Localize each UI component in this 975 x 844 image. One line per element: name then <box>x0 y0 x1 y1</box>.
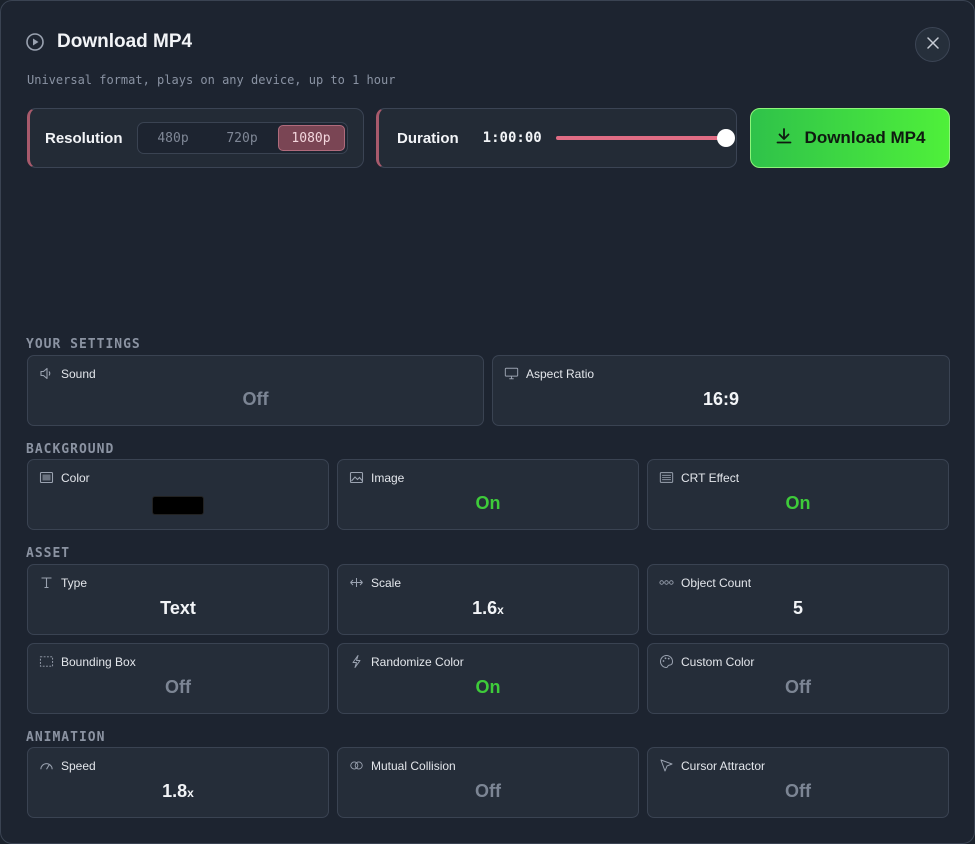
setting-label: Sound <box>61 366 96 381</box>
value-suffix: x <box>187 786 194 800</box>
setting-value: Off <box>785 781 811 801</box>
setting-card-aspect-ratio[interactable]: Aspect Ratio 16:9 <box>492 355 950 426</box>
setting-value: Text <box>160 598 196 618</box>
setting-value: On <box>475 493 501 513</box>
section-title-background: BACKGROUND <box>26 442 115 457</box>
scanlines-icon <box>659 470 674 485</box>
setting-label: Randomize Color <box>371 654 464 669</box>
duration-slider[interactable] <box>555 128 735 148</box>
dialog-title: Download MP4 <box>57 31 193 52</box>
setting-label: Type <box>61 575 88 590</box>
setting-label: Aspect Ratio <box>526 366 595 381</box>
download-icon <box>775 127 793 150</box>
color-square-icon <box>39 470 54 485</box>
setting-card-speed[interactable]: Speed 1.8x <box>27 747 329 818</box>
setting-value: On <box>475 677 501 697</box>
color-swatch[interactable] <box>152 496 204 515</box>
duration-control: Duration 1:00:00 <box>376 108 737 168</box>
download-dialog: Download MP4 Universal format, plays on … <box>0 0 975 844</box>
dialog-subtitle: Universal format, plays on any device, u… <box>27 73 396 87</box>
resolution-segmented: 480p 720p 1080p <box>136 122 348 154</box>
setting-label: Speed <box>61 758 96 773</box>
setting-value: 5 <box>792 598 803 618</box>
slider-thumb[interactable] <box>716 129 735 147</box>
setting-value: Off <box>165 677 191 697</box>
speaker-icon <box>39 366 54 381</box>
setting-value: 16:9 <box>702 389 740 409</box>
text-cursor-icon <box>39 575 54 590</box>
setting-card-randomize-color[interactable]: Randomize Color On <box>337 643 639 714</box>
download-mp4-button[interactable]: Download MP4 <box>750 108 950 168</box>
download-button-label: Download MP4 <box>804 128 926 147</box>
monitor-icon <box>504 366 519 381</box>
dots-icon <box>659 575 674 590</box>
setting-card-bounding-box[interactable]: Bounding Box Off <box>27 643 329 714</box>
setting-label: Mutual Collision <box>371 758 456 773</box>
setting-card-color[interactable]: Color <box>27 459 329 530</box>
resolution-option-480p[interactable]: 480p <box>140 125 207 151</box>
duration-label: Duration <box>397 129 459 147</box>
section-title-asset: ASSET <box>26 546 71 561</box>
setting-value: 1.6x <box>338 598 638 619</box>
setting-value: Off <box>475 781 501 801</box>
setting-card-image[interactable]: Image On <box>337 459 639 530</box>
value-number: 1.6 <box>472 598 498 618</box>
close-icon <box>926 36 939 54</box>
play-circle-icon <box>25 32 45 52</box>
value-number: 1.8 <box>162 781 188 801</box>
duration-value: 1:00:00 <box>482 130 542 146</box>
setting-card-scale[interactable]: Scale 1.6x <box>337 564 639 635</box>
resolution-option-720p[interactable]: 720p <box>209 125 276 151</box>
scale-arrows-icon <box>349 575 364 590</box>
setting-label: CRT Effect <box>681 470 740 485</box>
setting-value: Off <box>785 677 811 697</box>
section-title-your-settings: YOUR SETTINGS <box>26 337 141 352</box>
slider-fill <box>555 136 726 140</box>
gauge-icon <box>39 758 54 773</box>
setting-card-object-count[interactable]: Object Count 5 <box>647 564 949 635</box>
image-icon <box>349 470 364 485</box>
setting-value: 1.8x <box>28 781 328 802</box>
cursor-icon <box>659 758 674 773</box>
setting-label: Bounding Box <box>61 654 136 669</box>
setting-value: Off <box>242 389 269 409</box>
setting-card-type[interactable]: Type Text <box>27 564 329 635</box>
resolution-label: Resolution <box>45 129 123 147</box>
resolution-control: Resolution 480p 720p 1080p <box>27 108 364 168</box>
value-suffix: x <box>497 603 504 617</box>
palette-icon <box>659 654 674 669</box>
setting-label: Cursor Attractor <box>681 758 766 773</box>
collision-icon <box>349 758 364 773</box>
close-button[interactable] <box>915 27 950 62</box>
section-title-animation: ANIMATION <box>26 730 106 745</box>
resolution-option-1080p[interactable]: 1080p <box>277 125 345 151</box>
dialog-header: Download MP4 <box>25 31 192 53</box>
setting-label: Color <box>61 470 90 485</box>
setting-card-custom-color[interactable]: Custom Color Off <box>647 643 949 714</box>
lightning-icon <box>349 654 364 669</box>
setting-card-sound[interactable]: Sound Off <box>27 355 484 426</box>
setting-label: Object Count <box>681 575 752 590</box>
setting-value: On <box>785 493 811 513</box>
setting-label: Custom Color <box>681 654 755 669</box>
setting-label: Scale <box>371 575 402 590</box>
setting-card-mutual-collision[interactable]: Mutual Collision Off <box>337 747 639 818</box>
setting-card-cursor-attractor[interactable]: Cursor Attractor Off <box>647 747 949 818</box>
setting-card-crt-effect[interactable]: CRT Effect On <box>647 459 949 530</box>
dashed-box-icon <box>39 654 54 669</box>
setting-label: Image <box>371 470 405 485</box>
